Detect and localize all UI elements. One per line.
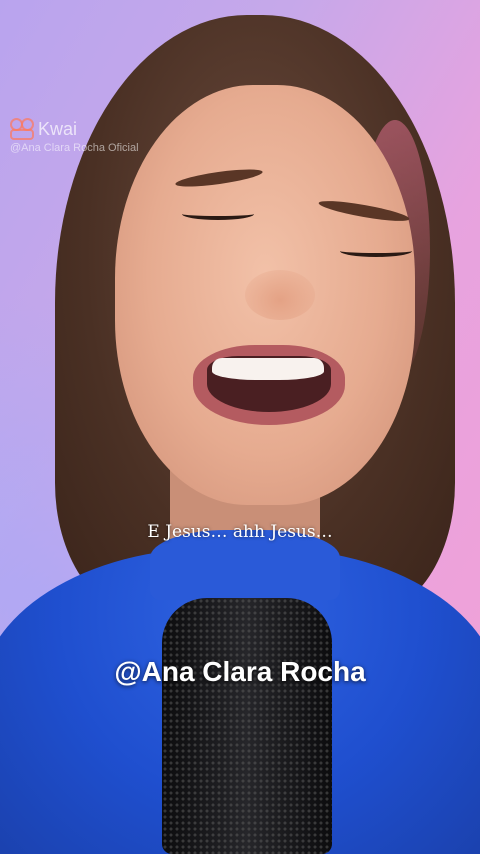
right-eye xyxy=(340,245,412,257)
kwai-watermark: Kwai @Ana Clara Rocha Oficial xyxy=(10,118,150,155)
subtitle-caption: E Jesus… ahh Jesus… xyxy=(147,522,333,542)
microphone xyxy=(162,598,332,854)
creator-handle: @Ana Clara Rocha xyxy=(114,656,366,687)
nose xyxy=(245,270,315,320)
teeth xyxy=(212,358,324,380)
kwai-logo-icon xyxy=(10,118,34,140)
left-eye xyxy=(182,208,254,220)
watermark-username: @Ana Clara Rocha Oficial xyxy=(10,142,139,154)
watermark-brand: Kwai xyxy=(38,118,78,139)
video-frame[interactable]: Kwai @Ana Clara Rocha Oficial E Jesus… a… xyxy=(0,0,480,854)
